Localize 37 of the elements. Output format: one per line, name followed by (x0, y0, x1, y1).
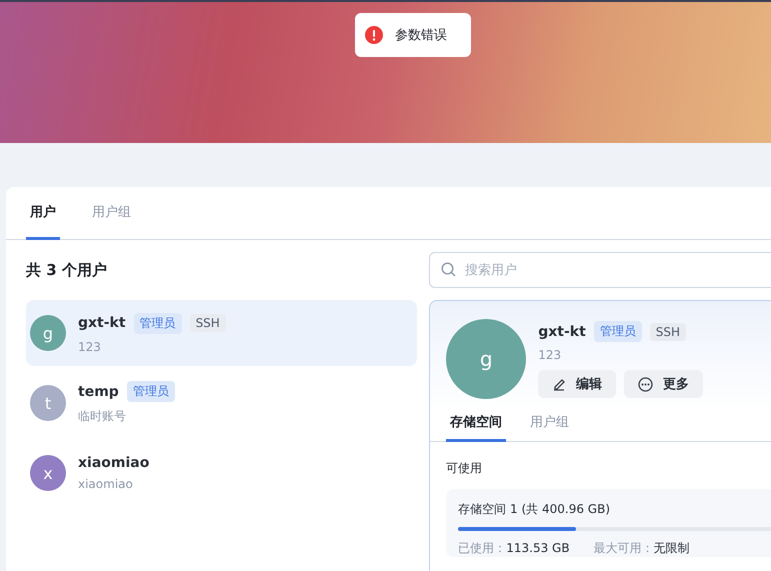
user-note: 123 (78, 340, 102, 354)
edit-button[interactable]: 编辑 (538, 370, 616, 398)
access-tag: SSH (650, 322, 686, 340)
pencil-icon (552, 377, 566, 391)
search-field[interactable]: 搜索用户 (429, 252, 771, 288)
user-item[interactable]: t temp 管理员 临时账号 (26, 370, 418, 436)
avatar: g (30, 315, 66, 351)
error-icon (365, 26, 383, 44)
storage-title: 存储空间 1 (共 400.96 GB) (458, 501, 612, 518)
user-name: gxt-kt (538, 324, 586, 340)
role-tag: 管理员 (594, 321, 642, 342)
section-label: 可使用 (445, 460, 484, 477)
tab[interactable]: 存储空间 (446, 405, 506, 442)
max-label: 最大可用： (594, 541, 654, 555)
avatar: t (30, 385, 66, 421)
role-tag: 管理员 (134, 312, 182, 334)
user-name: temp (78, 384, 119, 400)
user-note: 123 (538, 348, 562, 362)
toast-message: 参数错误 (395, 27, 447, 44)
avatar: x (30, 455, 66, 491)
user-item[interactable]: x xiaomiao xiaomiao (26, 440, 418, 506)
role-tag: 管理员 (126, 381, 175, 402)
used-value: 113.53 GB (506, 541, 570, 555)
used-label: 已使用： (458, 541, 506, 555)
user-name: xiaomiao (78, 455, 150, 471)
tab[interactable]: 用户 (26, 187, 60, 240)
more-icon (638, 376, 654, 392)
user-count: 共 3 个用户 (26, 260, 108, 280)
user-note: 临时账号 (78, 408, 127, 425)
avatar: g (446, 319, 526, 399)
user-item[interactable]: g gxt-kt 管理员 SSH 123 (26, 300, 418, 366)
more-button[interactable]: 更多 (624, 370, 704, 398)
user-note: xiaomiao (78, 477, 134, 491)
user-name: gxt-kt (78, 315, 126, 331)
access-tag: SSH (190, 314, 226, 332)
search-icon (441, 262, 456, 277)
max-value: 无限制 (654, 541, 690, 555)
